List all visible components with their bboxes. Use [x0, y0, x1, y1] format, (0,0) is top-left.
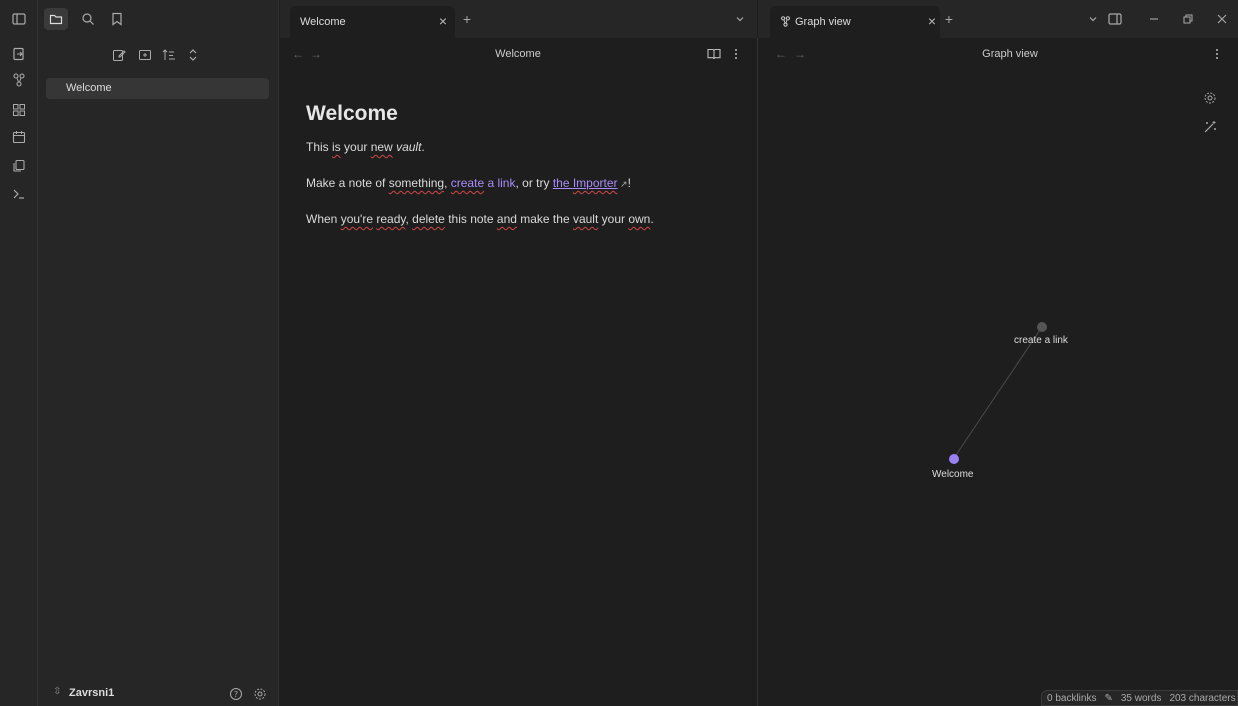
daily-note-icon[interactable] [9, 127, 29, 147]
help-icon[interactable]: ? [227, 685, 245, 703]
settings-icon[interactable] [251, 685, 269, 703]
graph-edge [953, 326, 1043, 459]
left-sidebar: Welcome ⇳ Zavrsni1 ? [38, 0, 279, 706]
more-options-icon[interactable] [728, 46, 744, 62]
canvas-icon[interactable] [9, 100, 29, 120]
graph-pane: ← → Graph view create a link Welcome [758, 38, 1238, 706]
back-arrow-icon[interactable]: ← [292, 47, 304, 61]
right-tab-bar: Graph view × + [758, 0, 1238, 38]
close-icon[interactable]: × [924, 13, 940, 29]
pencil-icon[interactable]: ✎ [1104, 693, 1112, 704]
reading-view-icon[interactable] [706, 46, 722, 62]
open-quick-switcher-icon[interactable] [9, 44, 29, 64]
vault-name[interactable]: Zavrsni1 [69, 687, 114, 699]
files-icon[interactable] [44, 8, 68, 30]
new-folder-icon[interactable] [135, 45, 155, 65]
backlinks-count[interactable]: 0 backlinks [1047, 693, 1096, 704]
bookmarks-icon[interactable] [105, 8, 129, 30]
tab-list-dropdown[interactable] [731, 10, 749, 28]
note-paragraph-1: This is your new vault. [306, 140, 425, 154]
svg-text:?: ? [234, 690, 238, 699]
right-sidebar-toggle-icon[interactable] [1106, 10, 1124, 28]
new-note-icon[interactable] [109, 45, 129, 65]
pane-title: Welcome [495, 48, 541, 60]
graph-view-icon [780, 16, 791, 30]
note-paragraph-2: Make a note of something, create a link,… [306, 176, 631, 190]
command-palette-icon[interactable] [9, 184, 29, 204]
tab-graph-view[interactable]: Graph view × [770, 6, 940, 38]
restore-icon[interactable] [1179, 10, 1197, 28]
tab-list-dropdown[interactable] [1084, 10, 1102, 28]
note-heading: Welcome [306, 102, 398, 125]
minimize-icon[interactable] [1145, 10, 1163, 28]
close-window-icon[interactable] [1213, 10, 1231, 28]
note-paragraph-3: When you're ready, delete this note and … [306, 212, 654, 226]
status-bar: 0 backlinks ✎ 35 words 203 characters [1041, 690, 1238, 706]
graph-node-welcome[interactable] [949, 454, 959, 464]
close-icon[interactable]: × [435, 13, 451, 29]
graph-canvas[interactable] [758, 38, 1238, 706]
chevron-updown-icon: ⇳ [53, 686, 62, 697]
external-link-icon: ↗ [617, 179, 628, 189]
graph-view-icon[interactable] [9, 70, 29, 90]
ribbon [0, 0, 38, 706]
internal-link[interactable]: create [451, 176, 484, 190]
search-icon[interactable] [76, 8, 100, 30]
file-item-welcome[interactable]: Welcome [46, 78, 269, 99]
external-link[interactable]: the Importer [553, 176, 618, 190]
forward-arrow-icon[interactable]: → [310, 47, 322, 61]
sidebar-toggle-icon[interactable] [9, 9, 29, 29]
graph-node-label: create a link [1014, 335, 1068, 346]
word-count: 35 words [1120, 693, 1162, 704]
character-count: 203 characters [1169, 693, 1236, 704]
tab-welcome[interactable]: Welcome × [290, 6, 455, 38]
sort-icon[interactable] [159, 45, 179, 65]
collapse-icon[interactable] [183, 45, 203, 65]
graph-node-create-a-link[interactable] [1037, 322, 1047, 332]
new-tab-button[interactable]: + [940, 10, 958, 28]
note-pane: ← → Welcome Welcome This is your new vau… [280, 38, 757, 706]
tab-label: Welcome [300, 16, 346, 28]
vault-switcher[interactable]: ⇳ Zavrsni1 ? [38, 684, 279, 706]
templates-icon[interactable] [9, 156, 29, 176]
graph-node-label: Welcome [932, 469, 974, 480]
left-tab-bar: Welcome × + [280, 0, 757, 38]
new-tab-button[interactable]: + [458, 10, 476, 28]
internal-link[interactable]: a link [484, 176, 515, 190]
sidebar-tab-header [38, 0, 279, 38]
note-content[interactable]: Welcome This is your new vault. Make a n… [306, 102, 746, 248]
tab-label: Graph view [795, 16, 851, 28]
